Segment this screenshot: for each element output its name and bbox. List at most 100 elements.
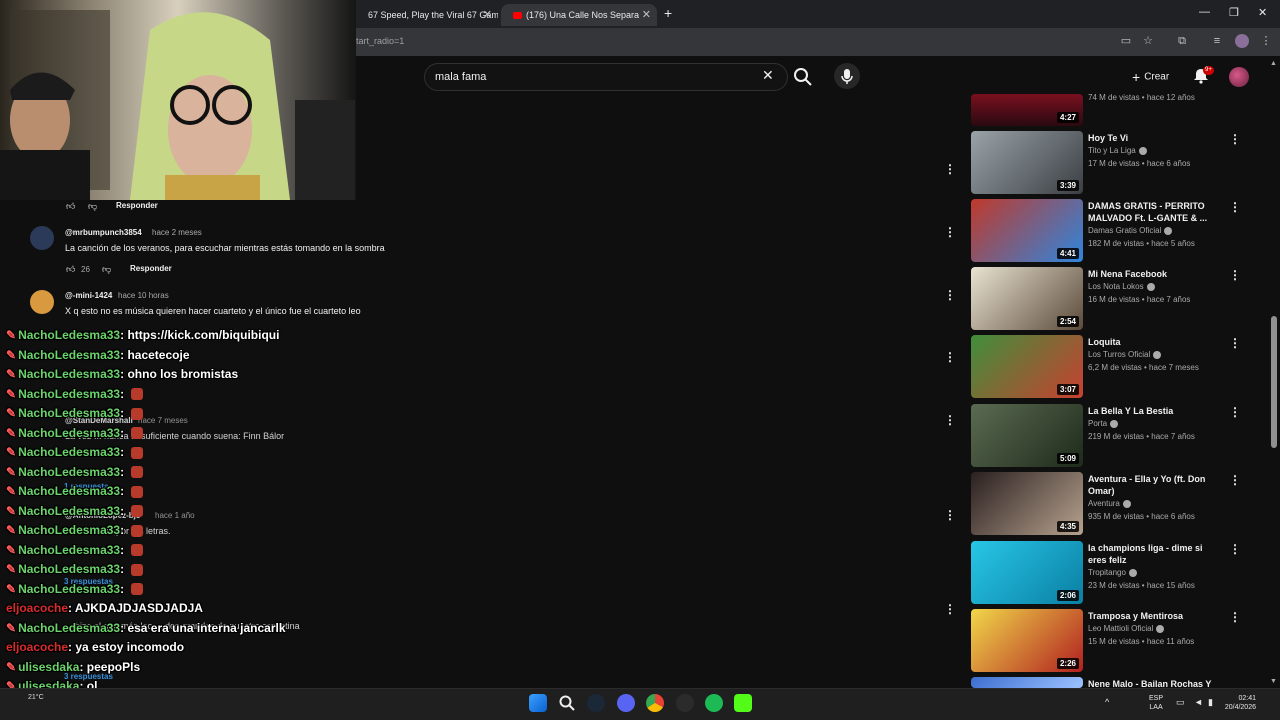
chat-username[interactable]: ulisesdaka [18,660,79,674]
more-icon[interactable]: ⋮ [944,603,956,615]
chat-username[interactable]: NachoLedesma33 [18,582,120,596]
windows-start-icon[interactable] [529,694,547,712]
avatar[interactable] [30,290,54,314]
video-channel[interactable]: Porta [1088,419,1119,428]
chat-username[interactable]: NachoLedesma33 [18,328,120,342]
chat-username[interactable]: eljoacoche [6,640,68,654]
more-icon[interactable]: ⋮ [1229,200,1241,214]
battery-icon[interactable]: ▮ [1208,697,1213,708]
media-control-icon[interactable]: ≡ [1210,34,1224,48]
weather-widget[interactable]: 21°C [28,694,44,701]
maximize-icon[interactable]: ❐ [1229,6,1239,19]
video-channel[interactable]: Leo Mattioli Oficial [1088,624,1165,633]
scroll-up-icon[interactable]: ▲ [1270,60,1277,67]
video-title[interactable]: Tramposa y Mentirosa [1088,610,1214,622]
video-title[interactable]: La Bella Y La Bestia [1088,405,1214,417]
more-icon[interactable]: ⋮ [1229,405,1241,419]
like-icon[interactable]: 👍︎ [66,264,75,275]
like-icon[interactable]: 👍︎ [66,201,75,212]
discord-icon[interactable] [617,694,635,712]
more-icon[interactable]: ⋮ [1229,336,1241,350]
comment-author[interactable]: @mrbumpunch3854 [65,228,142,237]
chrome-icon[interactable] [646,694,664,712]
video-title[interactable]: DAMAS GRATIS - PERRITO MALVADO Ft. L-GAN… [1088,200,1214,224]
extensions-icon[interactable]: ⧉ [1175,34,1189,48]
url-field[interactable]: tart_radio=1 [356,36,404,46]
more-icon[interactable]: ⋮ [1229,132,1241,146]
taskbar-search-icon[interactable] [558,694,576,712]
account-avatar[interactable] [1229,67,1249,87]
system-tray[interactable]: ESP LAA [1149,694,1163,712]
more-icon[interactable]: ⋮ [944,414,956,426]
tray-expand-icon[interactable]: ^ [1105,697,1109,707]
chat-username[interactable]: NachoLedesma33 [18,406,120,420]
clear-search-icon[interactable]: ✕ [762,67,774,84]
kick-icon[interactable] [734,694,752,712]
reply-button[interactable]: Responder [116,201,158,210]
video-title[interactable]: Aventura - Ella y Yo (ft. Don Omar) [1088,473,1214,497]
profile-icon[interactable] [1235,34,1249,48]
search-input[interactable]: mala fama [424,63,788,91]
reply-button[interactable]: Responder [130,264,172,273]
browser-menu-icon[interactable]: ⋮ [1259,34,1273,48]
steam-icon[interactable] [587,694,605,712]
video-thumbnail[interactable]: 4:27 [971,94,1083,126]
video-channel[interactable]: Aventura [1088,499,1131,508]
video-channel[interactable]: Los Turros Oficial [1088,350,1162,359]
volume-icon[interactable]: ◄ [1194,697,1203,707]
video-thumbnail[interactable]: 3:39 [971,131,1083,194]
chat-username[interactable]: NachoLedesma33 [18,484,120,498]
chat-username[interactable]: NachoLedesma33 [18,387,120,401]
video-channel[interactable]: Los Nota Lokos [1088,282,1155,291]
spotify-icon[interactable] [705,694,723,712]
video-thumbnail[interactable]: 3:07 [971,335,1083,398]
video-thumbnail[interactable]: 4:35 [971,472,1083,535]
video-thumbnail[interactable]: 2:54 [971,267,1083,330]
video-thumbnail[interactable] [971,677,1083,688]
video-thumbnail[interactable]: 4:41 [971,199,1083,262]
bookmark-star-icon[interactable]: ☆ [1141,34,1155,48]
browser-tab-2[interactable]: (176) Una Calle Nos Separa ✕ [501,4,657,26]
video-thumbnail[interactable]: 2:06 [971,541,1083,604]
video-thumbnail[interactable]: 5:09 [971,404,1083,467]
chat-username[interactable]: NachoLedesma33 [18,504,120,518]
video-title[interactable]: Hoy Te Vi [1088,132,1214,144]
video-channel[interactable]: Damas Gratis Oficial [1088,226,1173,235]
microphone-icon[interactable] [834,63,860,89]
chat-username[interactable]: NachoLedesma33 [18,523,120,537]
more-icon[interactable]: ⋮ [944,351,956,363]
more-icon[interactable]: ⋮ [1229,610,1241,624]
video-title[interactable]: la champions liga - dime si eres feliz [1088,542,1214,566]
cast-icon[interactable]: ▭ [1119,34,1133,48]
more-icon[interactable]: ⋮ [944,509,956,521]
chat-username[interactable]: NachoLedesma33 [18,367,120,381]
chat-username[interactable]: NachoLedesma33 [18,465,120,479]
minimize-icon[interactable]: — [1199,6,1210,18]
chat-username[interactable]: NachoLedesma33 [18,426,120,440]
video-channel[interactable]: Tito y La Liga [1088,146,1147,155]
comment-time[interactable]: hace 10 horas [118,291,169,300]
chat-username[interactable]: NachoLedesma33 [18,445,120,459]
more-icon[interactable]: ⋮ [944,226,956,238]
chat-username[interactable]: NachoLedesma33 [18,562,120,576]
comment-author[interactable]: @-mini-1424 [65,291,112,300]
new-tab-icon[interactable]: + [664,5,672,21]
more-icon[interactable]: ⋮ [1229,268,1241,282]
comment-time[interactable]: hace 7 meses [138,416,188,425]
scroll-down-icon[interactable]: ▼ [1270,678,1277,685]
close-icon[interactable]: ✕ [642,4,651,26]
network-icon[interactable]: ▭ [1176,697,1185,708]
avatar[interactable] [30,226,54,250]
more-icon[interactable]: ⋮ [944,289,956,301]
taskbar-clock[interactable]: 02:41 20/4/2026 [1222,694,1256,712]
search-icon[interactable] [792,66,814,88]
more-icon[interactable]: ⋮ [1229,473,1241,487]
window-close-icon[interactable]: ✕ [1258,6,1267,19]
video-title[interactable]: Mi Nena Facebook [1088,268,1214,280]
dislike-icon[interactable]: 👎︎ [88,201,97,212]
browser-tab-1[interactable]: 67 Speed, Play the Viral 67 Gam ✕ [356,4,498,26]
more-icon[interactable]: ⋮ [1229,542,1241,556]
comment-time[interactable]: hace 2 meses [152,228,202,237]
chat-username[interactable]: NachoLedesma33 [18,543,120,557]
chat-username[interactable]: NachoLedesma33 [18,348,120,362]
